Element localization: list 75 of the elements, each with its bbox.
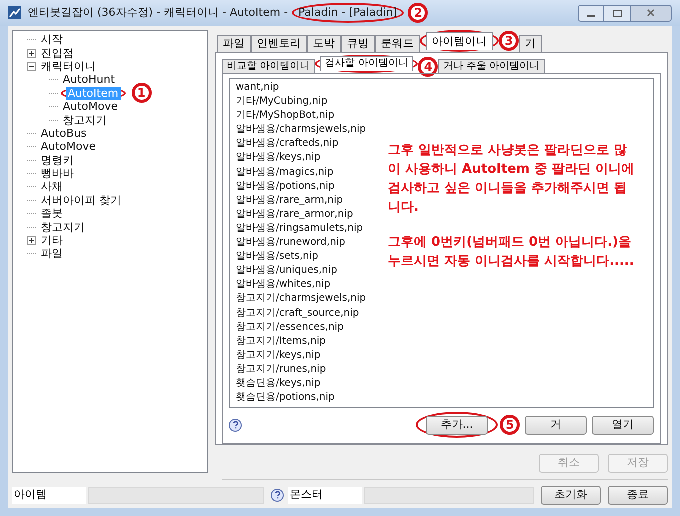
list-button[interactable]: 추가... xyxy=(426,416,488,434)
tab[interactable]: 룬워드 xyxy=(375,35,420,52)
expand-icon[interactable] xyxy=(27,48,36,58)
list-item[interactable]: 횃슴딘용/keys,nip xyxy=(236,376,321,392)
tree-item[interactable]: 명령키 xyxy=(39,154,76,167)
tab[interactable]: 검사할 아이템이니 xyxy=(320,56,414,71)
tab[interactable]: 인벤토리 xyxy=(251,35,307,52)
list-item[interactable]: 알바생용/magics,nip xyxy=(236,166,334,180)
annotation-note: 그후 일반적으로 사냥봇은 팔라딘으로 많이 사용하니 AutoItem 중 팔라딘 이니에 검사하고 싶은 이니들을 추가해주시면 됩니다. xyxy=(388,142,636,217)
list-item[interactable]: 알바생용/crafteds,nip xyxy=(236,137,339,152)
list-item[interactable]: 창고지기/essences,nip xyxy=(236,320,344,335)
window-title-suffix: Paladin - [Paladin] xyxy=(298,4,398,21)
tree-item[interactable]: AutoHunt xyxy=(61,73,118,86)
annotation-number: 2 xyxy=(408,3,428,23)
monster-field[interactable]: 몬스터 xyxy=(288,486,362,504)
annotation-number: 5 xyxy=(500,415,520,435)
list-button[interactable]: 거 xyxy=(525,416,587,434)
list-item[interactable]: 기타/MyShopBot,nip xyxy=(236,109,335,124)
tree-item[interactable]: 창고지기 xyxy=(39,220,87,234)
tab[interactable]: 아이템이니 xyxy=(426,32,493,50)
tree-item[interactable]: 기타 xyxy=(39,234,65,248)
list-item[interactable]: 알바생용/rare_armor,nip xyxy=(236,208,354,222)
item-field[interactable]: 아이템 xyxy=(12,486,86,504)
list-item[interactable]: 알바생용/potions,nip xyxy=(236,180,335,194)
action-button[interactable]: 초기화 xyxy=(541,486,601,504)
help-icon[interactable] xyxy=(229,418,242,432)
tree-item[interactable]: 진입점 xyxy=(39,46,76,60)
tree-item[interactable]: 캐릭터이니 xyxy=(39,60,98,73)
list-item[interactable]: 알바생용/charmsjewels,nip xyxy=(236,123,366,138)
list-item[interactable]: 알바생용/ringsamulets,nip xyxy=(236,222,364,236)
app-icon xyxy=(8,6,22,20)
list-item[interactable]: 알바생용/keys,nip xyxy=(236,151,321,166)
annotation-number: 4 xyxy=(418,57,438,77)
tree-item[interactable]: 시작 xyxy=(39,33,65,46)
tab[interactable]: 비교할 아이템이니 xyxy=(222,59,316,73)
list-item[interactable]: 알바생용/runeword,nip xyxy=(236,236,346,250)
annotation-note: 그후에 0번키(넘버패드 0번 아닙니다.)을 누르시면 자동 이니검사를 시작합니다..... xyxy=(388,234,636,271)
tab[interactable]: 거나 주울 아이템이니 xyxy=(438,59,545,73)
list-item[interactable]: 횃슴딘용/potions,nip xyxy=(236,391,335,406)
tab[interactable]: 큐빙 xyxy=(341,35,375,52)
list-item[interactable]: 기타/MyCubing,nip xyxy=(236,95,328,110)
tab[interactable]: 파일 xyxy=(217,35,251,52)
list-item[interactable]: 창고지기/runes,nip xyxy=(236,362,326,377)
annotation-number: 3 xyxy=(499,31,519,51)
expand-icon[interactable] xyxy=(27,236,36,246)
close-icon xyxy=(647,9,655,17)
tree-item[interactable]: AutoBus xyxy=(39,126,89,140)
tree-item[interactable]: 뻥바바 xyxy=(39,167,76,180)
tree-item[interactable]: 졸봇 xyxy=(39,207,65,220)
tree-item[interactable]: 창고지기 xyxy=(61,114,109,127)
list-item[interactable]: 창고지기/Items,nip xyxy=(236,334,326,349)
minimize-button[interactable] xyxy=(578,4,604,22)
list-item[interactable]: 알바생용/whites,nip xyxy=(236,278,331,292)
close-button[interactable] xyxy=(630,4,672,22)
action-button[interactable]: 종료 xyxy=(608,486,668,504)
tab[interactable]: 도박 xyxy=(307,35,341,52)
list-item[interactable]: 알바생용/sets,nip xyxy=(236,250,319,264)
list-item[interactable]: want,nip xyxy=(236,81,280,96)
window-title: 엔티봇길잡이 (36자수정) - 캐릭터이니 - AutoItem - xyxy=(28,4,290,21)
tree-item[interactable]: 사채 xyxy=(39,180,65,194)
tab[interactable]: 기 xyxy=(519,35,542,52)
list-item[interactable]: 창고지기/charmsjewels,nip xyxy=(236,292,366,306)
list-item[interactable]: 알바생용/rare_arm,nip xyxy=(236,194,344,208)
list-item[interactable]: 창고지기/craft_source,nip xyxy=(236,306,360,321)
list-item[interactable]: 창고지기/keys,nip xyxy=(236,348,321,363)
maximize-button[interactable] xyxy=(604,4,630,22)
list-item[interactable]: 알바생용/uniques,nip xyxy=(236,264,338,278)
tree-item[interactable]: 파일 xyxy=(39,247,65,260)
collapse-icon[interactable] xyxy=(27,62,36,71)
tree-item[interactable]: AutoMove xyxy=(39,140,98,154)
annotation-number: 1 xyxy=(132,83,152,104)
tree-item[interactable]: AutoMove xyxy=(61,100,120,114)
tree-item[interactable]: 서버아이피 찾기 xyxy=(39,194,124,207)
help-icon[interactable] xyxy=(271,488,284,502)
list-button[interactable]: 열기 xyxy=(592,416,654,434)
